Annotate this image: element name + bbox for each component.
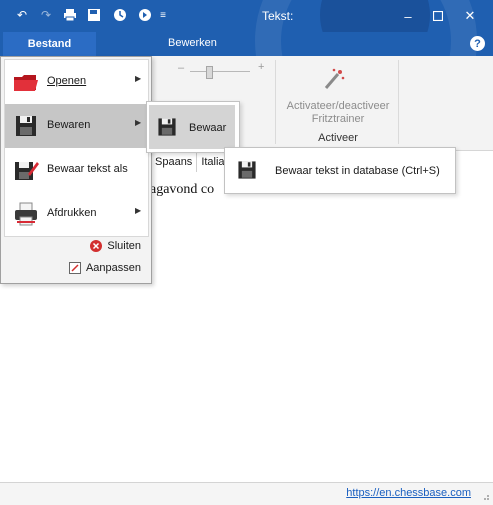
minimize-icon[interactable]: – bbox=[398, 6, 418, 26]
title-bar: ↶ ↷ ≡ Tekst: – ✕ bbox=[0, 0, 493, 32]
engine-icon[interactable] bbox=[112, 7, 128, 23]
menu-item-bewaar-tekst-als[interactable]: Bewaar tekst als bbox=[5, 148, 148, 192]
menu-item-afdrukken[interactable]: Afdrukken ▶ bbox=[5, 192, 148, 236]
menu-label-afdrukken: Afdrukken bbox=[47, 207, 97, 219]
floppy-disk-icon bbox=[238, 161, 256, 179]
customize-button[interactable]: Aanpassen bbox=[68, 262, 141, 274]
printer-icon bbox=[15, 202, 37, 226]
close-icon[interactable]: ✕ bbox=[460, 6, 480, 26]
bewaren-submenu: Bewaar bbox=[146, 101, 240, 153]
tab-bestand[interactable]: Bestand bbox=[2, 31, 97, 57]
close-label: Sluiten bbox=[107, 240, 141, 252]
save-as-icon bbox=[15, 162, 39, 180]
menu-item-bewaren[interactable]: Bewaren ▶ bbox=[5, 104, 148, 148]
file-menu: Openen ▶ Bewaren ▶ Bewaar tekst als Afdr… bbox=[0, 56, 152, 284]
menu-item-label: Openen bbox=[47, 75, 86, 87]
ribbon-separator bbox=[275, 60, 276, 144]
close-button[interactable]: Sluiten bbox=[90, 240, 141, 252]
document-text[interactable]: agavond co bbox=[150, 182, 214, 198]
menu-label-bewaren: Bewaren bbox=[47, 119, 91, 131]
window-title: Tekst: bbox=[262, 9, 294, 23]
fritz-trainer-toggle-button[interactable]: Activateer/deactiveer Fritztrainer bbox=[278, 100, 398, 126]
open-folder-icon bbox=[14, 75, 38, 91]
undo-icon[interactable]: ↶ bbox=[14, 7, 30, 23]
customize-icon bbox=[68, 262, 81, 274]
language-tabs: Spaans Italia bbox=[150, 152, 230, 172]
redo-icon[interactable]: ↷ bbox=[38, 7, 54, 23]
floppy-disk-icon bbox=[158, 118, 176, 136]
zoom-slider[interactable]: – + bbox=[176, 61, 268, 79]
submenu-arrow-icon: ▶ bbox=[135, 74, 142, 83]
customize-qat-icon[interactable]: ≡ bbox=[155, 7, 171, 23]
help-icon[interactable]: ? bbox=[470, 36, 485, 51]
menu-item-openen[interactable]: Openen ▶ bbox=[5, 60, 148, 104]
submenu-arrow-icon: ▶ bbox=[135, 206, 142, 215]
customize-label: Aanpassen bbox=[85, 262, 141, 274]
ribbon-separator-2 bbox=[398, 60, 399, 144]
menu-label-openen: Openen bbox=[47, 75, 87, 87]
bewaar-submenu: Bewaar tekst in database (Ctrl+S) bbox=[224, 147, 456, 194]
print-icon[interactable] bbox=[62, 7, 78, 23]
menu-item-bewaar-in-database[interactable]: Bewaar tekst in database (Ctrl+S) bbox=[275, 165, 440, 177]
submenu-arrow-icon: ▶ bbox=[135, 118, 142, 127]
menu-label-bewaar: Bewaar bbox=[189, 122, 227, 134]
maximize-icon[interactable] bbox=[428, 6, 448, 26]
engine-settings-icon[interactable] bbox=[137, 7, 153, 23]
chessbase-link[interactable]: https://en.chessbase.com bbox=[346, 487, 471, 499]
resize-grip-icon[interactable] bbox=[480, 491, 490, 501]
zoom-out-button[interactable]: – bbox=[178, 62, 184, 74]
zoom-in-button[interactable]: + bbox=[258, 61, 264, 73]
status-bar: https://en.chessbase.com bbox=[0, 482, 493, 505]
zoom-thumb[interactable] bbox=[206, 66, 213, 79]
close-circle-icon bbox=[90, 240, 103, 252]
tab-bewerken[interactable]: Bewerken bbox=[168, 37, 217, 49]
ribbon-group-label: Activeer bbox=[318, 132, 358, 144]
file-menu-items: Openen ▶ Bewaren ▶ Bewaar tekst als Afdr… bbox=[4, 59, 149, 237]
save-icon[interactable] bbox=[86, 7, 102, 23]
menu-item-bewaar[interactable]: Bewaar bbox=[149, 105, 235, 149]
tab-language-spaans[interactable]: Spaans bbox=[150, 152, 198, 172]
fritz-trainer-wand-icon bbox=[324, 68, 345, 89]
zoom-track bbox=[190, 71, 250, 72]
menu-label-bewaar-tekst-als: Bewaar tekst als bbox=[47, 163, 128, 175]
floppy-disk-icon bbox=[16, 116, 36, 136]
tabrow-decoration bbox=[255, 32, 477, 56]
